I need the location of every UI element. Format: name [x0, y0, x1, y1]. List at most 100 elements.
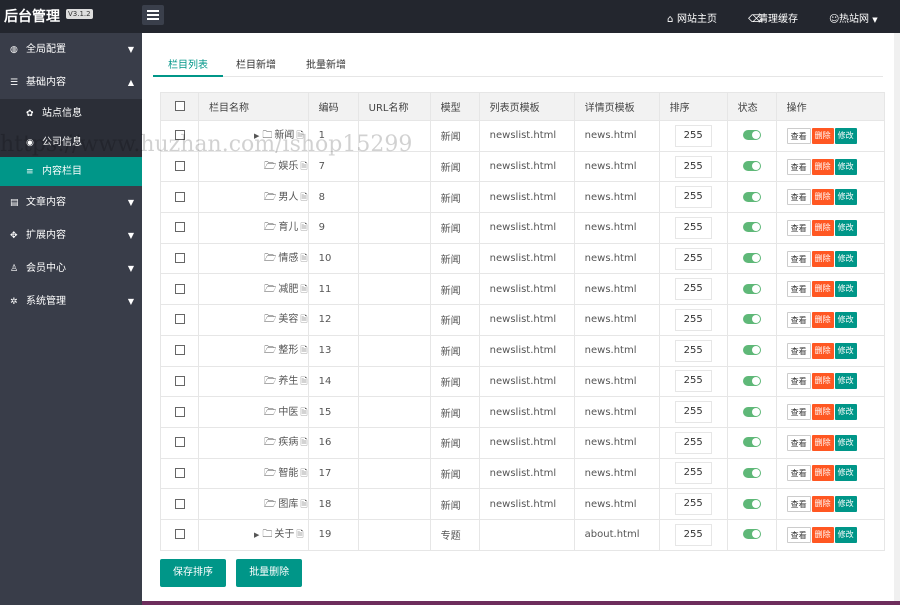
delete-button[interactable]: 删除 — [811, 342, 834, 359]
edit-button[interactable]: 修改 — [834, 219, 857, 236]
edit-button[interactable]: 修改 — [834, 342, 857, 359]
edit-button[interactable]: 修改 — [834, 496, 857, 513]
status-toggle[interactable] — [742, 345, 761, 356]
view-button[interactable]: 查看 — [786, 219, 811, 236]
row-checkbox[interactable] — [174, 253, 185, 264]
sidebar-item-member-center[interactable]: ♙ 会员中心 ▼ — [0, 252, 142, 285]
status-toggle[interactable] — [742, 437, 761, 448]
sort-input[interactable]: 255 — [674, 186, 712, 209]
sidebar-item-extended-content[interactable]: ✥ 扩展内容 ▼ — [0, 219, 142, 252]
sidebar-subitem-company-info[interactable]: ◉ 公司信息 — [0, 128, 142, 157]
status-toggle[interactable] — [742, 191, 761, 202]
sort-input[interactable]: 255 — [674, 216, 712, 239]
sort-input[interactable]: 255 — [674, 431, 712, 454]
edit-button[interactable]: 修改 — [834, 189, 857, 206]
edit-button[interactable]: 修改 — [834, 127, 857, 144]
row-checkbox[interactable] — [174, 467, 185, 478]
status-toggle[interactable] — [742, 161, 761, 172]
delete-button[interactable]: 删除 — [811, 311, 834, 328]
row-checkbox[interactable] — [174, 498, 185, 509]
row-checkbox[interactable] — [174, 529, 185, 540]
row-checkbox[interactable] — [174, 283, 185, 294]
delete-button[interactable]: 删除 — [811, 373, 834, 390]
status-toggle[interactable] — [742, 529, 761, 540]
view-button[interactable]: 查看 — [786, 404, 811, 421]
delete-button[interactable]: 删除 — [811, 465, 834, 482]
view-button[interactable]: 查看 — [786, 281, 811, 298]
status-toggle[interactable] — [742, 130, 761, 141]
nav-home-link[interactable]: ⌂ 网站主页 — [667, 10, 717, 25]
row-checkbox[interactable] — [174, 222, 185, 233]
sort-input[interactable]: 255 — [674, 401, 712, 424]
delete-button[interactable]: 删除 — [811, 189, 834, 206]
save-sort-button[interactable]: 保存排序 — [160, 559, 226, 587]
view-button[interactable]: 查看 — [786, 373, 811, 390]
sort-input[interactable]: 255 — [674, 278, 712, 301]
sort-input[interactable]: 255 — [674, 308, 712, 331]
status-toggle[interactable] — [742, 222, 761, 233]
view-button[interactable]: 查看 — [786, 342, 811, 359]
status-toggle[interactable] — [742, 467, 761, 478]
sort-input[interactable]: 255 — [674, 370, 712, 393]
status-toggle[interactable] — [742, 314, 761, 325]
edit-button[interactable]: 修改 — [834, 158, 857, 175]
sort-input[interactable]: 255 — [674, 462, 712, 485]
delete-button[interactable]: 删除 — [811, 526, 834, 543]
row-checkbox[interactable] — [174, 437, 185, 448]
sort-input[interactable]: 255 — [674, 493, 712, 516]
status-toggle[interactable] — [742, 375, 761, 386]
status-toggle[interactable] — [742, 406, 761, 417]
delete-button[interactable]: 删除 — [811, 404, 834, 421]
menu-toggle-button[interactable] — [142, 5, 164, 25]
row-checkbox[interactable] — [174, 314, 185, 325]
sidebar-item-system-management[interactable]: ✲ 系统管理 ▼ — [0, 285, 142, 318]
view-button[interactable]: 查看 — [786, 127, 811, 144]
row-checkbox[interactable] — [174, 375, 185, 386]
view-button[interactable]: 查看 — [786, 189, 811, 206]
view-button[interactable]: 查看 — [786, 465, 811, 482]
expand-arrow-icon[interactable]: ▶ — [254, 132, 259, 140]
sidebar-item-article-content[interactable]: ▤ 文章内容 ▼ — [0, 186, 142, 219]
edit-button[interactable]: 修改 — [834, 404, 857, 421]
delete-button[interactable]: 删除 — [811, 281, 834, 298]
tab-batch-add[interactable]: 批量新增 — [306, 56, 346, 71]
delete-button[interactable]: 删除 — [811, 158, 834, 175]
row-checkbox[interactable] — [174, 406, 185, 417]
edit-button[interactable]: 修改 — [834, 526, 857, 543]
status-toggle[interactable] — [742, 498, 761, 509]
view-button[interactable]: 查看 — [786, 496, 811, 513]
sidebar-item-global-config[interactable]: ◍ 全局配置 ▼ — [0, 33, 142, 66]
status-toggle[interactable] — [742, 283, 761, 294]
edit-button[interactable]: 修改 — [834, 465, 857, 482]
edit-button[interactable]: 修改 — [834, 281, 857, 298]
view-button[interactable]: 查看 — [786, 434, 811, 451]
row-checkbox[interactable] — [174, 161, 185, 172]
sort-input[interactable]: 255 — [674, 155, 712, 178]
view-button[interactable]: 查看 — [786, 250, 811, 267]
select-all-checkbox[interactable] — [174, 101, 185, 111]
delete-button[interactable]: 删除 — [811, 434, 834, 451]
tab-column-add[interactable]: 栏目新增 — [236, 56, 276, 71]
nav-clear-cache-link[interactable]: ⌫清理缓存 — [748, 10, 798, 25]
sidebar-subitem-site-info[interactable]: ✿ 站点信息 — [0, 99, 142, 128]
edit-button[interactable]: 修改 — [834, 434, 857, 451]
sort-input[interactable]: 255 — [674, 247, 712, 270]
edit-button[interactable]: 修改 — [834, 373, 857, 390]
sidebar-subitem-content-columns[interactable]: ≡ 内容栏目 — [0, 157, 142, 186]
sidebar-item-basic-content[interactable]: ☰ 基础内容 ▲ — [0, 66, 142, 99]
view-button[interactable]: 查看 — [786, 311, 811, 328]
sort-input[interactable]: 255 — [674, 523, 712, 546]
delete-button[interactable]: 删除 — [811, 219, 834, 236]
view-button[interactable]: 查看 — [786, 526, 811, 543]
row-checkbox[interactable] — [174, 345, 185, 356]
delete-button[interactable]: 删除 — [811, 250, 834, 267]
delete-button[interactable]: 删除 — [811, 127, 834, 144]
delete-button[interactable]: 删除 — [811, 496, 834, 513]
status-toggle[interactable] — [742, 253, 761, 264]
row-checkbox[interactable] — [174, 130, 185, 141]
tab-column-list[interactable]: 栏目列表 — [168, 56, 208, 71]
row-checkbox[interactable] — [174, 191, 185, 202]
batch-delete-button[interactable]: 批量删除 — [236, 559, 303, 587]
edit-button[interactable]: 修改 — [834, 250, 857, 267]
nav-user-menu[interactable]: ☺热站网 ▼ — [829, 10, 878, 25]
